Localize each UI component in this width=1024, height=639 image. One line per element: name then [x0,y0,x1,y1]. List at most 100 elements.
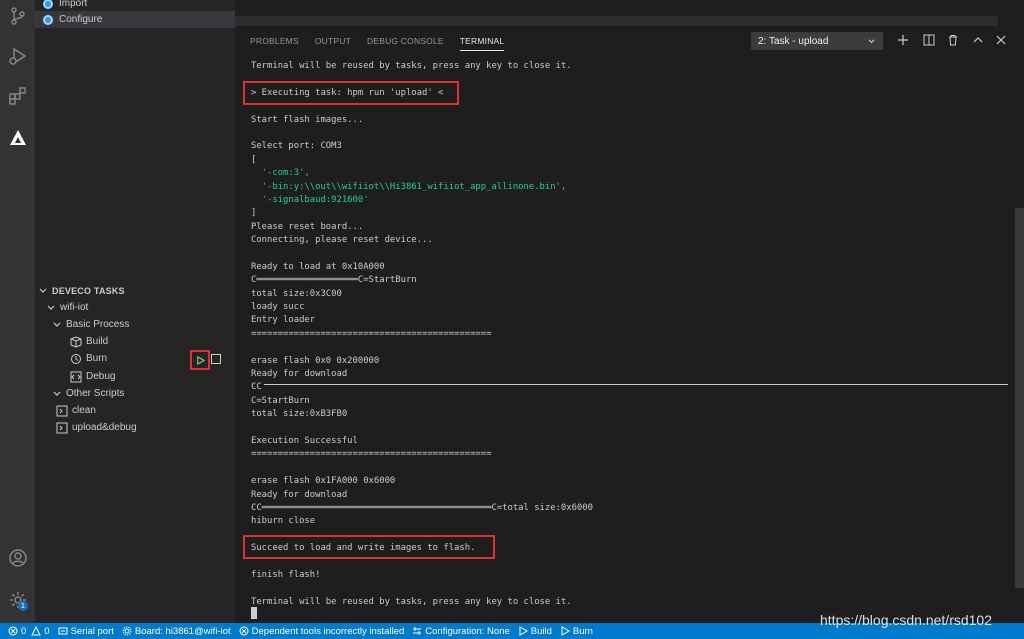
tree-item-build[interactable]: Build [35,333,235,350]
terminal-line: CC══════════════════════════════════════… [251,502,593,513]
configuration-status[interactable]: Configuration: None [412,626,510,637]
board-status[interactable]: Board: hi3861@wifi-iot [122,626,231,637]
maximize-panel-button[interactable] [970,32,986,48]
terminal-line: Terminal will be reused by tasks, press … [251,596,572,607]
tree-item-label: Debug [86,371,116,382]
close-panel-button[interactable] [993,32,1009,48]
kill-terminal-button[interactable] [945,32,961,48]
error-count: 0 [21,625,27,637]
play-icon [519,626,528,636]
deveco-tasks-header[interactable]: DEVECO TASKS [35,282,235,299]
tab-output[interactable]: OUTPUT [315,36,351,51]
tree-item-label: clean [72,405,96,416]
terminal-line: ========================================… [251,449,492,460]
editor-scrollbar[interactable] [235,16,998,26]
burn-label: Burn [572,625,593,637]
tree-item-label: Basic Process [66,319,130,330]
terminal-line: '-bin:y:\\out\\wifiiot\\Hi3861_wifiiot_a… [251,181,567,192]
configuration-label: Configuration: None [425,625,510,637]
terminal-line: C═══════════════════C=StartBurn [251,275,417,286]
warning-icon [31,626,42,636]
run-debug-icon[interactable] [0,42,35,70]
terminal-line: ========================================… [251,328,492,339]
terminal-line: erase flash 0x0 0x200000 [251,355,380,366]
configure-icon [43,14,53,25]
tab-problems[interactable]: PROBLEMS [250,36,299,51]
burn-status-button[interactable]: Burn [560,626,593,637]
sidebar-item-configure[interactable]: Configure [35,11,235,28]
build-status-button[interactable]: Build [518,626,552,637]
terminal-line: '-signalbaud:921600' [251,194,369,205]
sidebar-item-label: Configure [59,14,103,25]
chevron-down-icon [38,286,48,296]
config-icon [413,627,422,635]
terminal-select[interactable]: 2: Task - upload [751,32,883,50]
chevron-down-icon [52,320,62,330]
build-icon [70,335,82,348]
tree-item-debug[interactable]: Debug [35,368,235,385]
dependent-tools-status[interactable]: Dependent tools incorrectly installed [239,625,405,637]
terminal-line: Ready for download [251,368,348,379]
terminal-line: Terminal will be reused by tasks, press … [251,61,572,71]
close-icon [996,35,1006,45]
burn-icon [70,353,82,365]
terminal-line: ] [251,208,257,219]
deveco-icon[interactable] [0,124,35,152]
tree-item-label: Build [86,336,109,347]
chevron-down-icon [868,38,875,43]
serial-port-label: Serial port [70,625,114,637]
highlight-box-succeed [243,535,495,559]
account-icon[interactable] [0,544,35,572]
terminal-line: Start flash images... [251,114,364,125]
play-icon [561,626,570,636]
chevron-down-icon [52,389,62,399]
terminal-output[interactable]: Terminal will be reused by tasks, press … [251,60,1011,609]
terminal-cursor [251,607,257,619]
terminal-line: finish flash! [251,569,321,580]
error-icon [8,626,18,636]
tree-item-wifi-iot[interactable]: wifi-iot [35,299,235,316]
extensions-icon[interactable] [0,82,35,110]
terminal-line: Please reset board... [251,221,364,232]
debug-icon [70,371,82,383]
source-control-icon[interactable] [0,2,35,30]
terminal-line: '-com:3', [251,168,310,179]
trash-icon [949,35,957,46]
terminal-line: Execution Successful [251,435,358,446]
terminal-line: Ready for download [251,489,348,500]
progress-line [264,384,1008,385]
board-label: Board: hi3861@wifi-iot [134,625,231,637]
tree-item-basic-process[interactable]: Basic Process [35,316,235,333]
error-icon [239,626,249,636]
terminal-line: [ [251,154,257,165]
terminal-line: Entry loader [251,315,316,326]
dependent-tools-label: Dependent tools incorrectly installed [251,625,405,637]
burn-stop-button[interactable] [211,354,221,364]
plus-icon [898,35,908,45]
serial-port-status[interactable]: Serial port [58,626,114,637]
tree-item-other-scripts[interactable]: Other Scripts [35,385,235,402]
panel: PROBLEMS OUTPUT DEBUG CONSOLE TERMINAL 2… [235,0,1024,623]
settings-badge: 1 [18,601,28,611]
tree-item-upload-debug[interactable]: upload&debug [35,419,235,436]
settings-icon[interactable]: 1 [0,586,35,614]
activity-bar: 1 [0,0,35,623]
build-label: Build [530,625,552,637]
terminal-line: Select port: COM3 [251,141,342,152]
problems-status[interactable]: 0 0 [8,626,50,637]
chevron-up-icon [973,37,983,43]
gear-icon [122,626,132,636]
tab-debug-console[interactable]: DEBUG CONSOLE [367,36,444,51]
sidebar: Import Configure DEVECO TASKS wifi-iot B… [35,0,235,623]
terminal-scrollbar[interactable] [1015,208,1024,588]
tab-terminal[interactable]: TERMINAL [459,36,505,51]
split-terminal-button[interactable] [921,32,937,48]
tree-item-label: wifi-iot [60,302,89,313]
burn-run-button[interactable] [190,350,210,370]
tree-item-clean[interactable]: clean [35,402,235,419]
new-terminal-button[interactable] [895,32,911,48]
split-icon [923,34,935,46]
